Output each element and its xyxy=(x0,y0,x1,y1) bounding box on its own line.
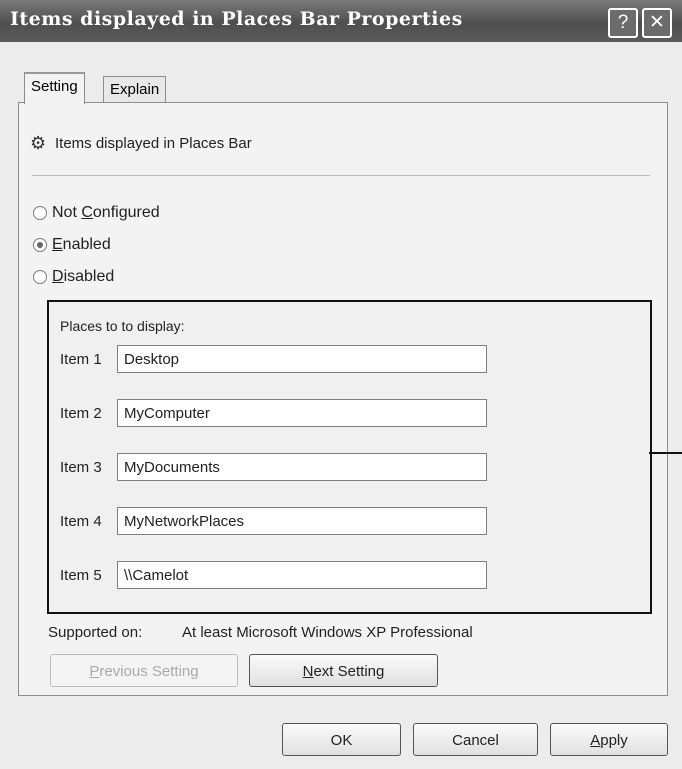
radio-button-icon[interactable] xyxy=(33,206,47,220)
radio-label-not-configured: Not Configured xyxy=(52,204,160,221)
item-3-input[interactable] xyxy=(117,453,487,481)
places-label: Places to to display: xyxy=(60,318,185,334)
tab-explain[interactable]: Explain xyxy=(103,76,167,102)
item-2-label: Item 2 xyxy=(60,405,102,422)
item-1-label: Item 1 xyxy=(60,351,102,368)
help-button[interactable]: ? xyxy=(608,8,638,38)
properties-dialog: Items displayed in Places Bar Properties… xyxy=(0,0,682,769)
tab-setting[interactable]: Setting xyxy=(24,72,85,104)
supported-on-label: Supported on: xyxy=(48,624,143,641)
ok-button[interactable]: OK xyxy=(282,723,401,756)
cancel-button[interactable]: Cancel xyxy=(413,723,538,756)
radio-button-icon[interactable] xyxy=(33,270,47,284)
close-button[interactable]: ✕ xyxy=(642,8,672,38)
previous-setting-button[interactable]: Previous Setting xyxy=(50,654,238,687)
radio-not-configured[interactable]: Not Configured xyxy=(33,204,160,222)
radio-label-disabled: Disabled xyxy=(52,268,115,285)
apply-button[interactable]: Apply xyxy=(550,723,668,756)
radio-enabled[interactable]: Enabled xyxy=(33,236,111,254)
callout-line xyxy=(649,452,682,454)
radio-label-enabled: Enabled xyxy=(52,236,111,253)
policy-setting-icon: ⚙ xyxy=(30,133,47,153)
supported-on-value: At least Microsoft Windows XP Profession… xyxy=(182,624,473,641)
radio-button-selected-icon[interactable] xyxy=(33,238,47,252)
item-4-label: Item 4 xyxy=(60,513,102,530)
radio-disabled[interactable]: Disabled xyxy=(33,268,114,286)
item-5-label: Item 5 xyxy=(60,567,102,584)
item-1-input[interactable] xyxy=(117,345,487,373)
item-2-input[interactable] xyxy=(117,399,487,427)
setting-heading: Items displayed in Places Bar xyxy=(55,135,252,152)
separator xyxy=(32,175,650,176)
close-icon: ✕ xyxy=(649,12,665,33)
title-bar[interactable]: Items displayed in Places Bar Properties… xyxy=(0,0,682,42)
question-mark-icon: ? xyxy=(617,12,629,33)
next-setting-button[interactable]: Next Setting xyxy=(249,654,438,687)
window-title: Items displayed in Places Bar Properties xyxy=(10,8,463,30)
item-4-input[interactable] xyxy=(117,507,487,535)
item-5-input[interactable] xyxy=(117,561,487,589)
item-3-label: Item 3 xyxy=(60,459,102,476)
